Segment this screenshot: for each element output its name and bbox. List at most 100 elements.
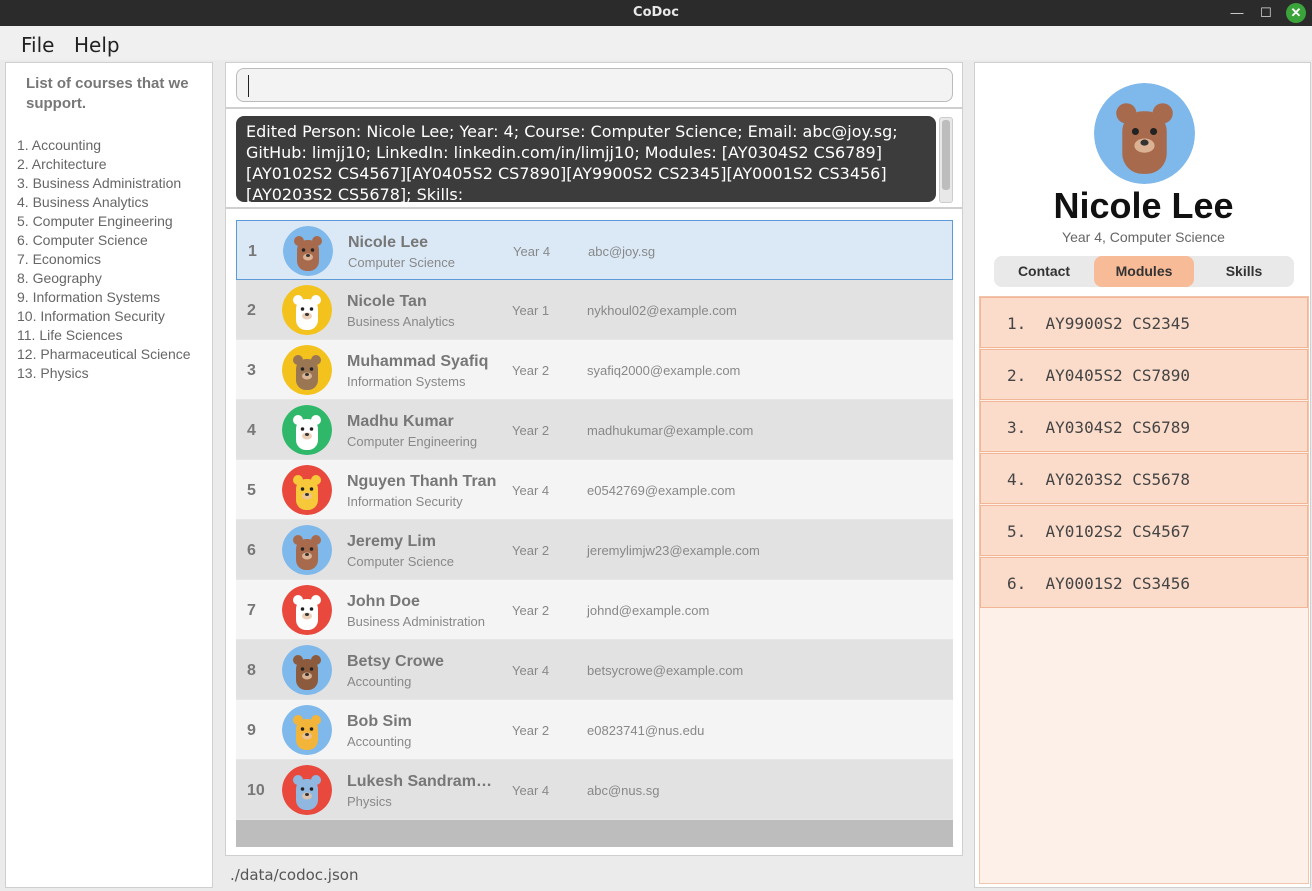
person-name: Nicole Tan [347, 293, 427, 310]
person-course: Computer Engineering [347, 434, 478, 449]
person-card[interactable]: 10 Lukesh Sandramor... Physics Year 4 abc@nu… [236, 760, 953, 820]
module-item: 3. AY0304S2 CS6789 [980, 401, 1308, 452]
person-year: Year 2 [512, 723, 550, 738]
course-list-item: 13. Physics [17, 365, 89, 381]
person-course: Computer Science [347, 554, 454, 569]
person-name: Madhu Kumar [347, 413, 454, 430]
person-card[interactable]: 2 Nicole Tan Business Analytics Year 1 nykho… [236, 280, 953, 340]
person-course: Business Analytics [347, 314, 455, 329]
course-list-item: 8. Geography [17, 270, 102, 286]
tab-contact[interactable]: Contact [994, 256, 1094, 287]
person-card[interactable]: 3 Muhammad Syafiq Information Systems Year … [236, 340, 953, 400]
person-list-panel: 1 Nicole Lee Computer Science Year 4 abc@joy… [225, 208, 963, 856]
person-name: Nguyen Thanh Tran [347, 473, 497, 490]
person-year: Year 4 [512, 783, 550, 798]
course-list-item: 7. Economics [17, 251, 102, 267]
course-list-item: 2. Architecture [17, 156, 107, 172]
course-list: 1. Accounting 2. Architecture 3. Business … [17, 136, 191, 383]
profile-tabs: Contact Modules Skills [994, 256, 1294, 287]
person-avatar [282, 345, 332, 395]
close-icon[interactable]: ✕ [1286, 3, 1306, 23]
person-index: 4 [247, 422, 256, 439]
person-email: e0823741@nus.edu [587, 723, 705, 738]
person-card[interactable]: 6 Jeremy Lim Computer Science Year 2 jeremyl… [236, 520, 953, 580]
menu-bar: File Help [0, 26, 1312, 60]
person-index: 5 [247, 482, 256, 499]
module-text: 1. AY9900S2 CS2345 [1007, 314, 1191, 333]
person-avatar [282, 765, 332, 815]
maximize-icon[interactable]: ☐ [1256, 3, 1276, 23]
person-email: betsycrowe@example.com [587, 663, 744, 678]
module-item: 4. AY0203S2 CS5678 [980, 453, 1308, 504]
modules-list: 1. AY9900S2 CS2345 2. AY0405S2 CS7890 3. A… [979, 296, 1309, 884]
module-item: 6. AY0001S2 CS3456 [980, 557, 1308, 608]
minimize-icon[interactable]: — [1227, 3, 1247, 23]
module-item: 1. AY9900S2 CS2345 [980, 297, 1308, 348]
course-list-item: 3. Business Administration [17, 175, 182, 191]
profile-panel: Nicole Lee Year 4, Computer Science Cont… [974, 62, 1311, 888]
person-card[interactable]: 5 Nguyen Thanh Tran Information Security Ye… [236, 460, 953, 520]
course-list-item: 1. Accounting [17, 137, 102, 153]
person-avatar [282, 645, 332, 695]
person-email: abc@joy.sg [588, 244, 656, 259]
result-scrollbar[interactable] [939, 117, 953, 203]
person-course: Accounting [347, 734, 412, 749]
course-list-item: 11. Life Sciences [17, 327, 123, 343]
person-avatar [282, 585, 332, 635]
person-year: Year 4 [513, 244, 551, 259]
person-avatar [282, 285, 332, 335]
person-index: 1 [248, 243, 257, 260]
person-index: 8 [247, 662, 256, 679]
person-course: Information Security [347, 494, 463, 509]
person-card[interactable]: 8 Betsy Crowe Accounting Year 4 betsycrowe@e… [236, 640, 953, 700]
command-box [225, 62, 963, 108]
module-item: 5. AY0102S2 CS4567 [980, 505, 1308, 556]
person-avatar [283, 226, 333, 276]
person-card[interactable]: 1 Nicole Lee Computer Science Year 4 abc@joy… [236, 220, 953, 280]
menu-file[interactable]: File [21, 33, 54, 57]
result-panel: Edited Person: Nicole Lee; Year: 4; Cour… [225, 108, 963, 208]
person-year: Year 2 [512, 423, 550, 438]
person-email: madhukumar@example.com [587, 423, 754, 438]
person-course: Information Systems [347, 374, 466, 389]
menu-help[interactable]: Help [74, 33, 120, 57]
person-name: Jeremy Lim [347, 533, 436, 550]
command-input[interactable] [236, 68, 953, 102]
person-index: 3 [247, 362, 256, 379]
course-panel: List of courses that we support. 1. Acco… [5, 62, 213, 888]
person-name: John Doe [347, 593, 420, 610]
person-course: Accounting [347, 674, 412, 689]
person-avatar [282, 465, 332, 515]
result-scrollbar-thumb[interactable] [942, 120, 950, 190]
text-cursor [248, 75, 249, 97]
tab-skills[interactable]: Skills [1194, 256, 1294, 287]
profile-subtitle: Year 4, Computer Science [1062, 229, 1225, 245]
person-course: Business Administration [347, 614, 486, 629]
person-year: Year 4 [512, 483, 550, 498]
course-list-item: 4. Business Analytics [17, 194, 149, 210]
person-index: 6 [247, 542, 256, 559]
person-list[interactable]: 1 Nicole Lee Computer Science Year 4 abc@joy… [236, 220, 953, 847]
person-year: Year 4 [512, 663, 550, 678]
data-file-path: ./data/codoc.json [230, 866, 359, 884]
person-email: johnd@example.com [587, 603, 710, 618]
person-card[interactable]: 7 John Doe Business Administration Year 2 jo… [236, 580, 953, 640]
profile-name: Nicole Lee [1053, 185, 1234, 226]
course-list-item: 6. Computer Science [17, 232, 148, 248]
person-card[interactable]: 9 Bob Sim Accounting Year 2 e0823741@nus.edu [236, 700, 953, 760]
course-list-item: 5. Computer Engineering [17, 213, 173, 229]
tab-modules[interactable]: Modules [1094, 256, 1194, 287]
window-title: CoDoc [633, 5, 679, 20]
course-list-item: 9. Information Systems [17, 289, 161, 305]
person-email: abc@nus.sg [587, 783, 660, 798]
person-index: 2 [247, 302, 256, 319]
module-text: 6. AY0001S2 CS3456 [1007, 574, 1191, 593]
title-bar: CoDoc — ☐ ✕ [0, 0, 1312, 26]
course-list-item: 10. Information Security [17, 308, 165, 324]
person-year: Year 1 [512, 303, 550, 318]
person-card[interactable]: 4 Madhu Kumar Computer Engineering Year 2 ma… [236, 400, 953, 460]
module-item: 2. AY0405S2 CS7890 [980, 349, 1308, 400]
person-email: e0542769@example.com [587, 483, 736, 498]
course-list-item: 12. Pharmaceutical Science [17, 346, 191, 362]
person-email: jeremylimjw23@example.com [587, 543, 760, 558]
